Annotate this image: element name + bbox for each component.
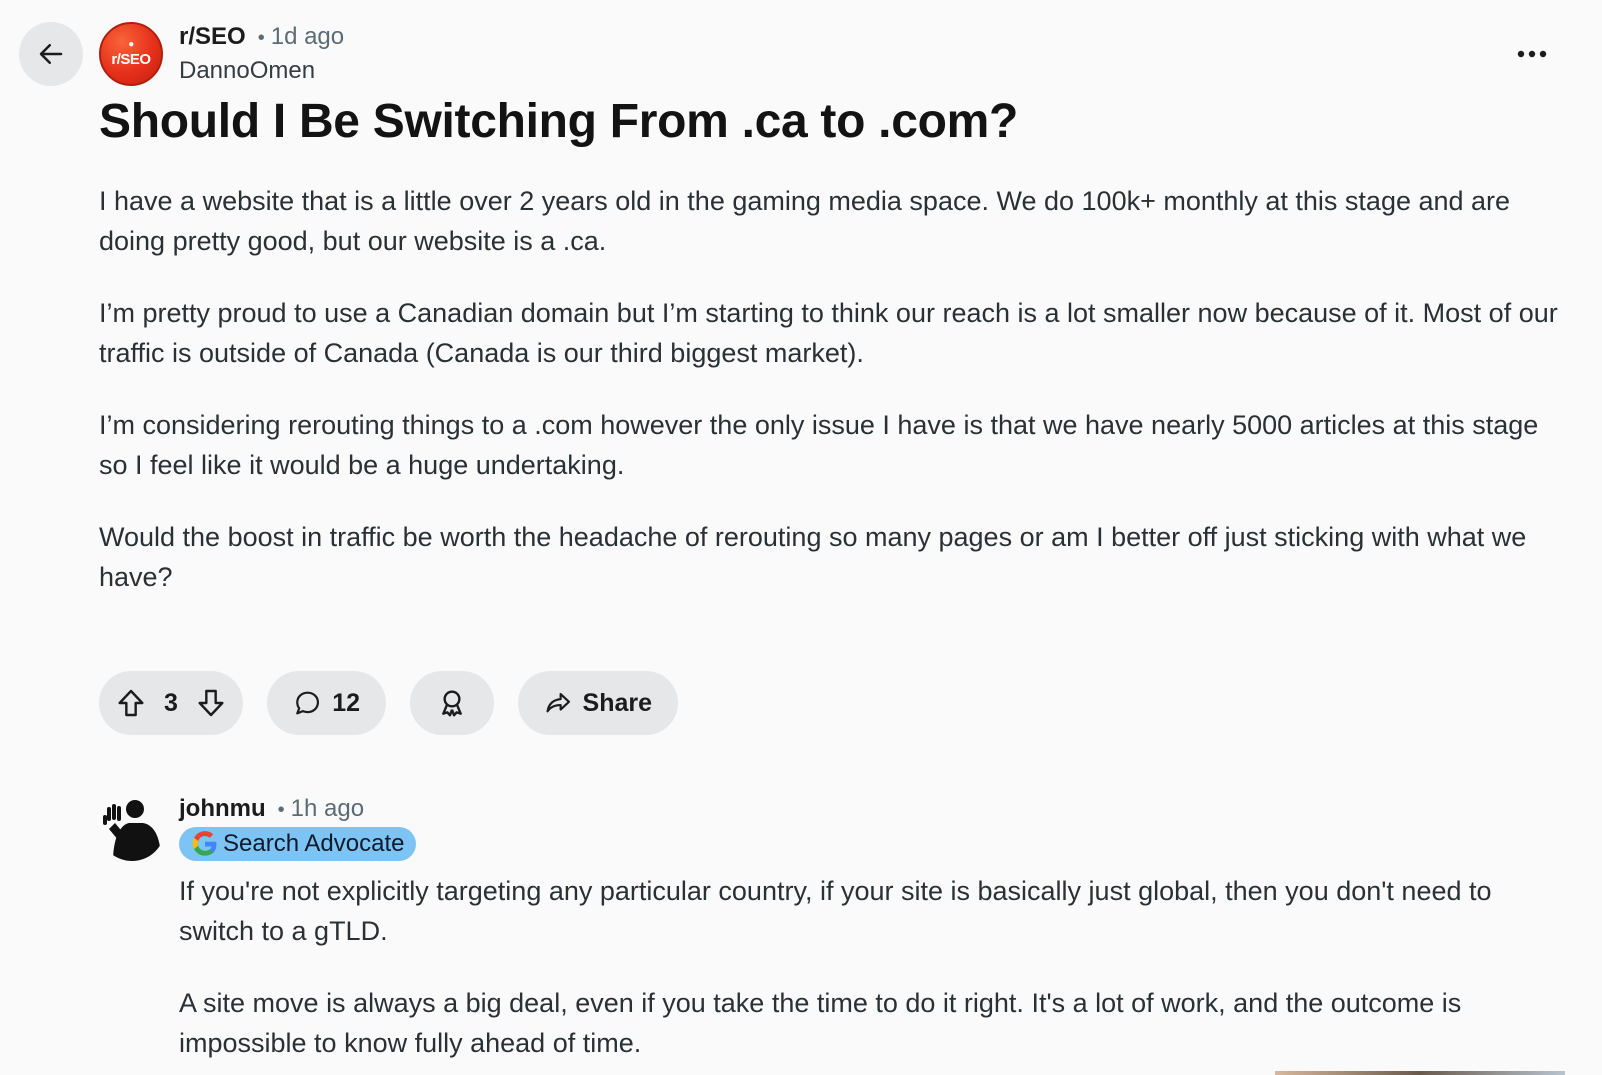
vote-count: 3 [164, 688, 178, 717]
separator-dot: • [277, 799, 285, 821]
award-icon [442, 690, 462, 717]
google-logo-icon [192, 831, 217, 856]
flair-label: Search Advocate [223, 830, 405, 857]
comment-time: 1h ago [290, 795, 365, 822]
comment-meta: johnmu • 1h ago [179, 795, 364, 823]
upvote-icon [118, 689, 144, 717]
separator-dot: • [257, 27, 265, 49]
comment-paragraph: If you're not explicitly targeting any p… [179, 876, 1492, 946]
award-button[interactable] [410, 671, 494, 735]
embedded-image-edge [1275, 1071, 1565, 1075]
downvote-button[interactable] [195, 687, 227, 719]
post-author[interactable]: DannoOmen [179, 57, 315, 85]
subreddit-avatar-text: r/SEO [111, 51, 151, 68]
post-paragraph: Would the boost in traffic be worth the … [99, 522, 1527, 592]
user-flair: Search Advocate [179, 827, 417, 861]
post-time: 1d ago [270, 23, 345, 50]
more-horizontal-icon [1517, 50, 1547, 58]
post-body: I have a website that is a little over 2… [99, 181, 1569, 629]
downvote-icon [198, 689, 224, 717]
subreddit-avatar[interactable]: ● r/SEO [99, 22, 163, 86]
waving-silhouette-icon [103, 800, 161, 861]
comment-count: 12 [332, 688, 360, 717]
comment-paragraph: A site move is always a big deal, even i… [179, 988, 1462, 1058]
upvote-button[interactable] [115, 687, 147, 719]
comments-button[interactable]: 12 [267, 671, 386, 735]
share-label: Share [582, 688, 652, 717]
share-button[interactable]: Share [518, 671, 678, 735]
post-paragraph: I have a website that is a little over 2… [99, 186, 1511, 256]
post-paragraph: I’m pretty proud to use a Canadian domai… [99, 298, 1558, 368]
back-button[interactable] [19, 22, 83, 86]
comment-icon [296, 691, 320, 715]
post-title: Should I Be Switching From .ca to .com? [99, 95, 1019, 148]
post-action-bar: 3 12 Share [99, 671, 678, 735]
post-meta: r/SEO • 1d ago [179, 23, 344, 51]
more-options-button[interactable] [1510, 34, 1554, 74]
comment-author[interactable]: johnmu [179, 795, 266, 823]
post-page: ● r/SEO r/SEO • 1d ago DannoOmen Should … [0, 0, 1602, 1075]
snoo-icon: ● [128, 39, 134, 50]
subreddit-name[interactable]: r/SEO [179, 23, 246, 51]
post-paragraph: I’m considering rerouting things to a .c… [99, 410, 1539, 480]
arrow-left-icon [39, 44, 63, 64]
comment-body: If you're not explicitly targeting any p… [179, 871, 1549, 1075]
share-icon [546, 693, 571, 713]
commenter-avatar[interactable] [99, 795, 165, 861]
vote-control: 3 [99, 671, 243, 735]
